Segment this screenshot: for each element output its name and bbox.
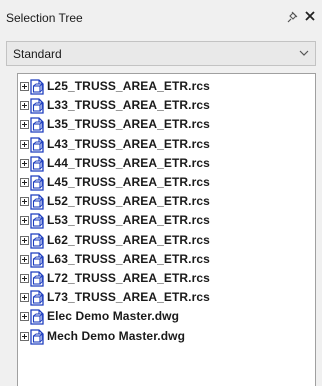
file-icon (30, 117, 44, 134)
chevron-down-icon (299, 50, 309, 56)
expand-plus-icon[interactable] (20, 158, 29, 168)
tree-item[interactable]: L25_TRUSS_AREA_ETR.rcs (20, 78, 310, 96)
tree-item-label: L62_TRUSS_AREA_ETR.rcs (47, 232, 210, 247)
expand-plus-icon[interactable] (20, 120, 29, 130)
tree-item[interactable]: L52_TRUSS_AREA_ETR.rcs (20, 193, 310, 211)
tree-item[interactable]: L45_TRUSS_AREA_ETR.rcs (20, 174, 310, 192)
selection-tree-view[interactable]: L25_TRUSS_AREA_ETR.rcs L33_TRUSS_AREA_ETR… (17, 73, 316, 386)
tree-item-label: L72_TRUSS_AREA_ETR.rcs (47, 271, 210, 285)
file-icon (30, 232, 44, 249)
tree-item-label: L73_TRUSS_AREA_ETR.rcs (47, 290, 210, 305)
tree-item-label: L52_TRUSS_AREA_ETR.rcs (47, 194, 210, 209)
tree-item[interactable]: L44_TRUSS_AREA_ETR.rcs (20, 155, 310, 173)
dropdown-selected-value: Standard (13, 47, 62, 61)
tree-item[interactable]: L33_TRUSS_AREA_ETR.rcs (20, 97, 310, 115)
pin-icon[interactable] (285, 10, 299, 24)
file-icon (30, 194, 44, 210)
close-icon[interactable] (303, 9, 317, 23)
tree-item-label: L33_TRUSS_AREA_ETR.rcs (47, 98, 210, 113)
expand-plus-icon[interactable] (20, 139, 29, 149)
expand-plus-icon[interactable] (20, 331, 29, 341)
tree-item[interactable]: L43_TRUSS_AREA_ETR.rcs (20, 136, 310, 154)
selection-tree-panel: Selection Tree Standard L25_TRUSS_AREA_E… (0, 0, 322, 386)
expand-plus-icon[interactable] (20, 235, 29, 245)
file-icon (30, 213, 44, 230)
tree-item-label: L45_TRUSS_AREA_ETR.rcs (47, 175, 210, 189)
selection-set-dropdown[interactable]: Standard (6, 41, 316, 66)
tree-item[interactable]: Elec Demo Master.dwg (20, 308, 310, 326)
file-icon (30, 309, 44, 326)
tree-item-label: L25_TRUSS_AREA_ETR.rcs (47, 79, 210, 93)
tree-item[interactable]: L35_TRUSS_AREA_ETR.rcs (20, 116, 310, 134)
file-icon (30, 328, 44, 345)
tree-item[interactable]: L63_TRUSS_AREA_ETR.rcs (20, 251, 310, 269)
file-icon (30, 271, 44, 287)
tree-item[interactable]: L72_TRUSS_AREA_ETR.rcs (20, 270, 310, 288)
file-icon (30, 252, 44, 268)
expand-plus-icon[interactable] (20, 178, 29, 187)
expand-plus-icon[interactable] (20, 254, 29, 264)
expand-plus-icon[interactable] (20, 312, 29, 322)
expand-plus-icon[interactable] (20, 274, 29, 283)
file-icon (30, 156, 44, 172)
expand-plus-icon[interactable] (20, 293, 29, 303)
file-icon (30, 136, 44, 153)
panel-titlebar: Selection Tree (0, 0, 322, 36)
panel-title: Selection Tree (6, 11, 83, 25)
file-icon (30, 79, 44, 95)
expand-plus-icon[interactable] (20, 82, 29, 91)
file-icon (30, 290, 44, 306)
tree-item[interactable]: L53_TRUSS_AREA_ETR.rcs (20, 212, 310, 230)
tree-item[interactable]: L73_TRUSS_AREA_ETR.rcs (20, 289, 310, 307)
expand-plus-icon[interactable] (20, 216, 29, 226)
tree-item[interactable]: L62_TRUSS_AREA_ETR.rcs (20, 232, 310, 250)
expand-plus-icon[interactable] (20, 101, 29, 111)
file-icon (30, 175, 44, 191)
expand-plus-icon[interactable] (20, 197, 29, 207)
tree-item-label: L53_TRUSS_AREA_ETR.rcs (47, 213, 210, 228)
tree-item-label: Mech Demo Master.dwg (47, 328, 186, 343)
tree-item-label: L43_TRUSS_AREA_ETR.rcs (47, 136, 210, 151)
tree-item-label: L44_TRUSS_AREA_ETR.rcs (47, 155, 210, 170)
tree-item[interactable]: Mech Demo Master.dwg (20, 328, 310, 346)
file-icon (30, 98, 44, 114)
tree-item-label: L63_TRUSS_AREA_ETR.rcs (47, 251, 210, 266)
tree-item-label: L35_TRUSS_AREA_ETR.rcs (47, 117, 210, 132)
tree-item-label: Elec Demo Master.dwg (47, 309, 180, 324)
